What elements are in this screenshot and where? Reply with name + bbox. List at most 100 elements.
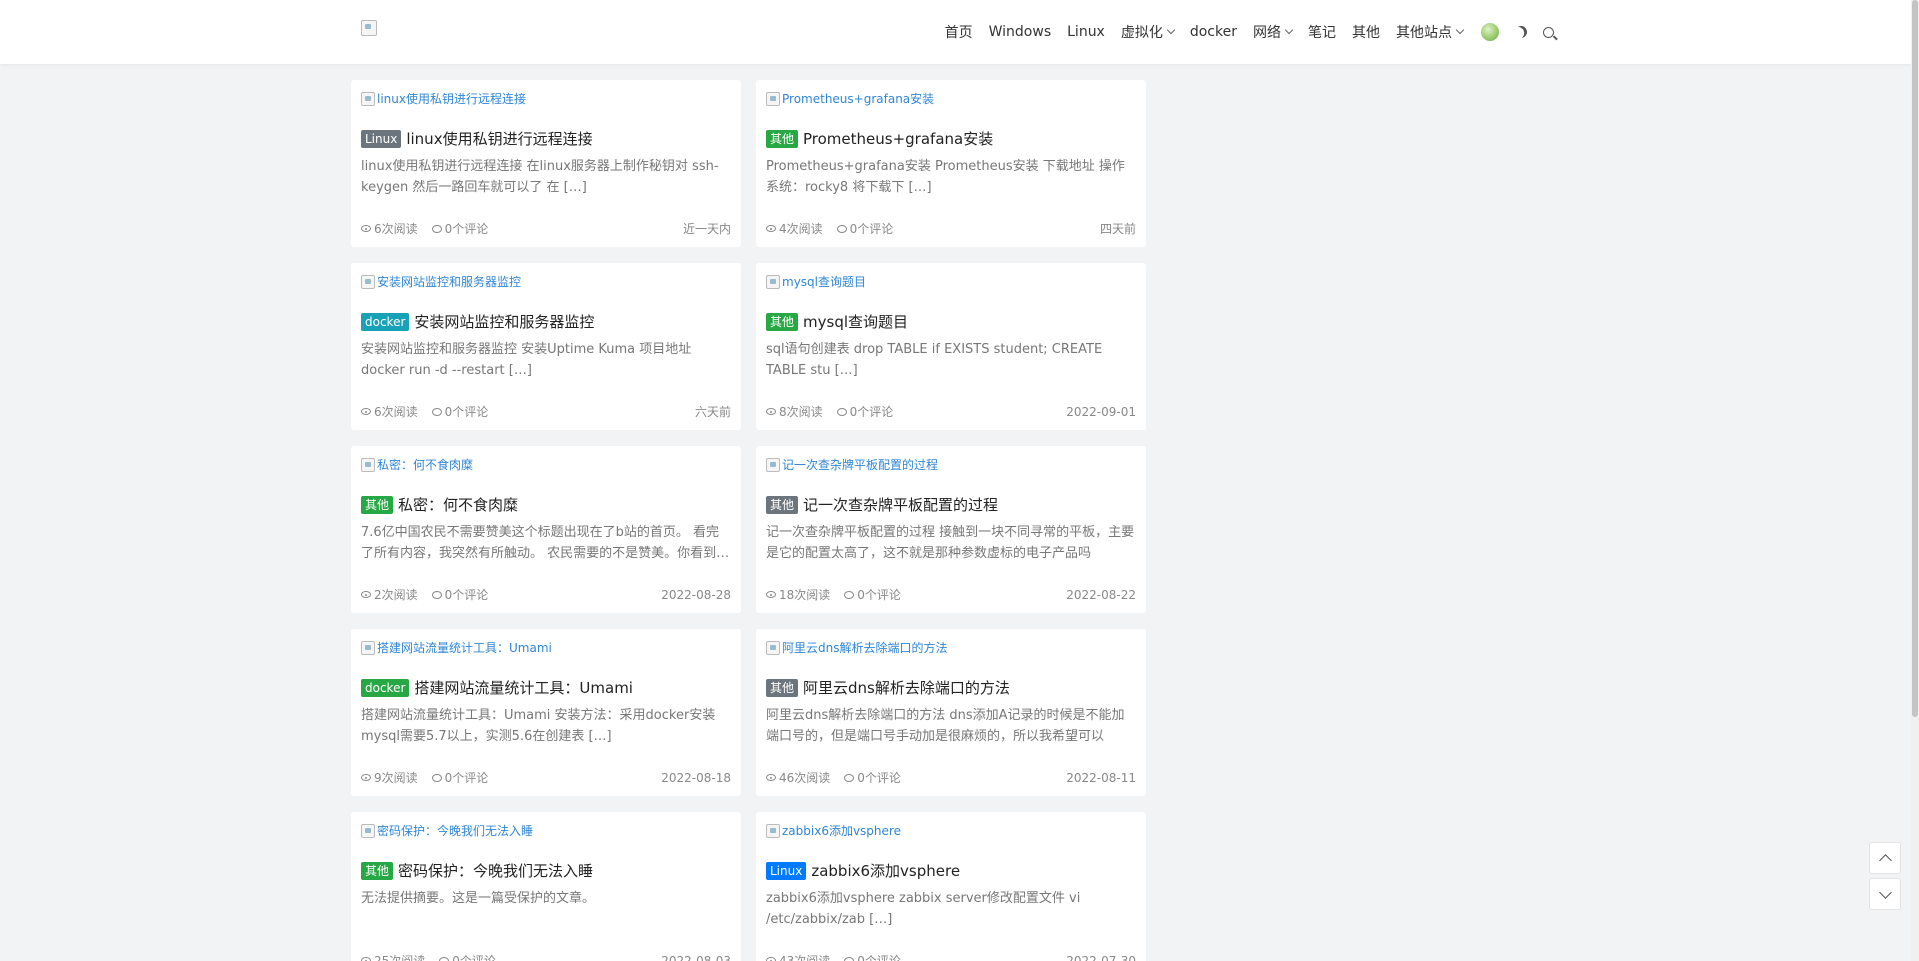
post-card[interactable]: zabbix6添加vsphere Linux zabbix6添加vsphere zab… (756, 812, 1146, 961)
nav-virtualization[interactable]: 虚拟化 (1121, 22, 1176, 42)
post-thumbnail[interactable]: 搭建网站流量统计工具：Umami (361, 639, 552, 656)
post-card[interactable]: 搭建网站流量统计工具：Umami docker 搭建网站流量统计工具：Umami 搭建… (351, 629, 741, 796)
comment-icon (431, 407, 442, 416)
post-thumbnail[interactable]: mysql查询题目 (766, 273, 866, 290)
post-excerpt: sql语句创建表 drop TABLE if EXISTS student; C… (766, 342, 1103, 378)
comment-count[interactable]: 0个评论 (445, 220, 489, 237)
comment-count[interactable]: 0个评论 (857, 769, 901, 786)
comment-count[interactable]: 0个评论 (452, 952, 496, 961)
post-excerpt: zabbix6添加vsphere zabbix server修改配置文件 vi … (766, 891, 1081, 927)
post-thumbnail[interactable]: Prometheus+grafana安装 (766, 90, 934, 107)
post-title[interactable]: 记一次查杂牌平板配置的过程 (803, 494, 998, 515)
post-category-tag[interactable]: 其他 (766, 678, 799, 697)
post-category-tag[interactable]: docker (361, 312, 410, 331)
post-title[interactable]: 搭建网站流量统计工具：Umami (414, 677, 633, 698)
post-card[interactable]: 私密：何不食肉糜 其他 私密：何不食肉糜 7.6亿中国农民不需要赞美这个标题出现在了b… (351, 446, 741, 613)
comment-count[interactable]: 0个评论 (857, 586, 901, 603)
post-meta: 6次阅读 0个评论 六天前 (361, 403, 731, 420)
site-header: 首页 Windows Linux 虚拟化 docker 网络 笔记 其他 其他站… (0, 0, 1911, 64)
comment-count[interactable]: 0个评论 (445, 769, 489, 786)
view-count: 6次阅读 (374, 405, 418, 419)
post-excerpt: Prometheus+grafana安装 Prometheus安装 下载地址 操… (766, 159, 1125, 195)
post-card[interactable]: mysql查询题目 其他 mysql查询题目 sql语句创建表 drop TABLE … (756, 263, 1146, 430)
comment-icon (844, 956, 855, 961)
view-count: 18次阅读 (779, 588, 831, 602)
dark-mode-toggle[interactable] (1515, 26, 1527, 38)
post-date: 2022-09-01 (1066, 404, 1136, 419)
post-date: 四天前 (1099, 222, 1136, 236)
post-title[interactable]: mysql查询题目 (803, 311, 908, 332)
comment-count[interactable]: 0个评论 (850, 220, 894, 237)
post-category-tag[interactable]: 其他 (361, 861, 394, 880)
nav-other-sites[interactable]: 其他站点 (1396, 22, 1465, 42)
post-category-tag[interactable]: docker (361, 678, 410, 697)
post-date: 2022-08-11 (1066, 770, 1136, 785)
scrollbar-thumb[interactable] (1912, 0, 1918, 717)
eye-icon (766, 225, 776, 232)
comment-count[interactable]: 0个评论 (445, 586, 489, 603)
post-excerpt: 阿里云dns解析去除端口的方法 dns添加A记录的时候是不能加端口号的，但是端口… (766, 708, 1125, 744)
post-date: 2022-08-18 (661, 770, 731, 785)
post-title[interactable]: 私密：何不食肉糜 (398, 494, 518, 515)
comment-count[interactable]: 0个评论 (850, 403, 894, 420)
post-thumbnail[interactable]: 记一次查杂牌平板配置的过程 (766, 456, 938, 473)
post-date: 2022-08-22 (1066, 587, 1136, 602)
nav-other[interactable]: 其他 (1352, 22, 1380, 42)
post-meta: 6次阅读 0个评论 近一天内 (361, 220, 731, 237)
broken-image-icon (361, 457, 375, 472)
post-card[interactable]: linux使用私钥进行远程连接 Linux linux使用私钥进行远程连接 linux… (351, 80, 741, 247)
post-category-tag[interactable]: 其他 (766, 495, 799, 514)
view-count: 4次阅读 (779, 222, 823, 236)
moon-icon (1513, 24, 1528, 39)
post-date: 2022-07-30 (1066, 953, 1136, 961)
post-thumbnail[interactable]: 阿里云dns解析去除端口的方法 (766, 639, 947, 656)
post-title[interactable]: Prometheus+grafana安装 (803, 128, 993, 149)
post-thumbnail[interactable]: zabbix6添加vsphere (766, 822, 901, 839)
broken-image-icon (766, 640, 780, 655)
search-button[interactable] (1543, 26, 1554, 38)
view-count: 25次阅读 (374, 954, 426, 961)
post-category-tag[interactable]: 其他 (766, 312, 799, 331)
post-thumbnail[interactable]: linux使用私钥进行远程连接 (361, 90, 526, 107)
post-category-tag[interactable]: 其他 (766, 129, 799, 148)
post-excerpt: 安装网站监控和服务器监控 安装Uptime Kuma 项目地址 docker r… (361, 342, 692, 378)
post-thumbnail[interactable]: 密码保护：今晚我们无法入睡 (361, 822, 533, 839)
arrow-down-icon (1878, 885, 1892, 899)
view-count: 6次阅读 (374, 222, 418, 236)
post-category-tag[interactable]: Linux (766, 861, 807, 880)
post-card[interactable]: Prometheus+grafana安装 其他 Prometheus+grafana… (756, 80, 1146, 247)
scroll-top-button[interactable] (1869, 842, 1901, 874)
page-scrollbar[interactable] (1911, 0, 1919, 961)
post-title[interactable]: linux使用私钥进行远程连接 (406, 128, 592, 149)
post-card[interactable]: 密码保护：今晚我们无法入睡 其他 密码保护：今晚我们无法入睡 无法提供摘要。这是一篇受… (351, 812, 741, 961)
post-thumbnail[interactable]: 私密：何不食肉糜 (361, 456, 473, 473)
post-card[interactable]: 阿里云dns解析去除端口的方法 其他 阿里云dns解析去除端口的方法 阿里云dns解析… (756, 629, 1146, 796)
nav-network[interactable]: 网络 (1253, 22, 1294, 42)
comment-count[interactable]: 0个评论 (857, 952, 901, 961)
search-icon (1543, 26, 1554, 38)
chevron-down-icon (1166, 25, 1176, 35)
comment-icon (844, 590, 855, 599)
post-category-tag[interactable]: 其他 (361, 495, 394, 514)
post-title[interactable]: 安装网站监控和服务器监控 (414, 311, 594, 332)
post-title[interactable]: 阿里云dns解析去除端口的方法 (803, 677, 1010, 698)
nav-docker[interactable]: docker (1190, 24, 1237, 40)
post-card[interactable]: 记一次查杂牌平板配置的过程 其他 记一次查杂牌平板配置的过程 记一次查杂牌平板配置的过… (756, 446, 1146, 613)
post-title[interactable]: zabbix6添加vsphere (811, 860, 960, 881)
comment-count[interactable]: 0个评论 (445, 403, 489, 420)
nav-home[interactable]: 首页 (945, 22, 973, 42)
post-meta: 46次阅读 0个评论 2022-08-11 (766, 769, 1136, 786)
nav-windows[interactable]: Windows (989, 24, 1052, 40)
post-excerpt: 7.6亿中国农民不需要赞美这个标题出现在了b站的首页。 看完了所有内容，我突然有… (361, 525, 730, 561)
nav-linux[interactable]: Linux (1067, 24, 1105, 40)
scroll-bottom-button[interactable] (1869, 878, 1901, 910)
view-count: 2次阅读 (374, 588, 418, 602)
post-title[interactable]: 密码保护：今晚我们无法入睡 (398, 860, 593, 881)
post-card[interactable]: 安装网站监控和服务器监控 docker 安装网站监控和服务器监控 安装网站监控和服务器… (351, 263, 741, 430)
nav-notes[interactable]: 笔记 (1308, 22, 1336, 42)
post-thumbnail[interactable]: 安装网站监控和服务器监控 (361, 273, 521, 290)
site-logo[interactable] (361, 20, 377, 36)
post-category-tag[interactable]: Linux (361, 129, 402, 148)
user-avatar[interactable] (1481, 23, 1499, 41)
broken-image-icon (361, 91, 375, 106)
